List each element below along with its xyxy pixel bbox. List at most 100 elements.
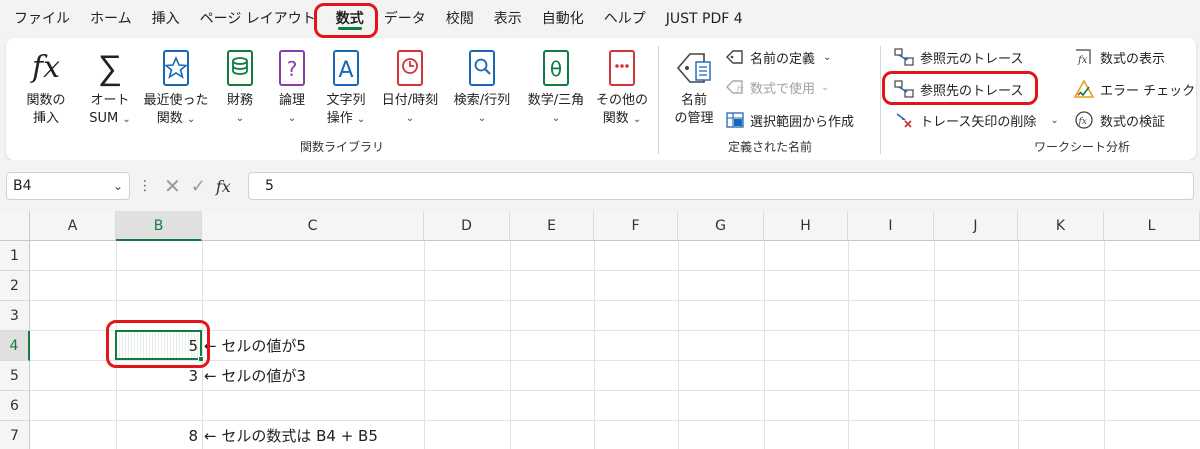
row-header-2[interactable]: 2 (0, 271, 30, 301)
recently-used-label-1: 最近使った (143, 93, 209, 108)
row-header-6[interactable]: 6 (0, 391, 30, 421)
error-checking-button[interactable]: エラー チェック ⌄ (1074, 78, 1200, 100)
ribbon-tab-bar: ファイル ホーム 挿入 ページ レイアウト 数式 データ 校閲 表示 自動化 ヘ… (0, 0, 1200, 38)
chevron-down-icon: ⌄ (821, 81, 830, 93)
row-header-3[interactable]: 3 (0, 301, 30, 331)
coins-book-icon (226, 44, 254, 92)
row-header-7[interactable]: 7 (0, 421, 30, 449)
cancel-icon[interactable]: ✕ (164, 174, 181, 198)
cell-b5[interactable]: 3 (114, 361, 198, 391)
column-header-e[interactable]: E (510, 211, 594, 241)
remove-arrows-button[interactable]: トレース矢印の削除 ⌄ (894, 109, 1059, 131)
name-box[interactable]: B4 ⌄ (6, 172, 130, 200)
text-functions-label-2: 操作 ⌄ (326, 111, 366, 126)
show-formulas-button[interactable]: fx 数式の表示 (1074, 46, 1165, 68)
evaluate-formula-button[interactable]: fx 数式の検証 (1074, 109, 1165, 131)
lookup-reference-label: 検索/行列 (453, 93, 511, 108)
show-formulas-icon: fx (1076, 49, 1091, 66)
chevron-down-icon: ⌄ (1050, 114, 1059, 126)
tab-view[interactable]: 表示 (484, 0, 532, 38)
tab-insert[interactable]: 挿入 (142, 0, 190, 38)
insert-function-fx-icon[interactable]: fx (216, 177, 231, 196)
column-header-c[interactable]: C (202, 211, 424, 241)
cell-b7[interactable]: 8 (114, 421, 198, 449)
tag-list-icon (674, 44, 714, 92)
cell-c4[interactable]: ← セルの値が5 (204, 331, 306, 361)
chevron-down-icon: ⌄ (112, 179, 123, 193)
chevron-down-icon: ⌄ (551, 113, 561, 124)
lookup-reference-button[interactable]: 検索/行列 ⌄ (448, 44, 516, 128)
column-header-a[interactable]: A (30, 211, 116, 241)
question-book-icon: ? (278, 44, 306, 92)
gridline (30, 270, 1200, 271)
create-from-selection-button[interactable]: 選択範囲から作成 (726, 109, 854, 131)
recently-used-label-2: 関数 ⌄ (156, 111, 196, 126)
trace-dependents-icon (894, 80, 914, 98)
logical-button[interactable]: ? 論理 ⌄ (272, 44, 312, 128)
autosum-label-1: オート (90, 93, 130, 108)
tab-review[interactable]: 校閲 (436, 0, 484, 38)
tab-page-layout[interactable]: ページ レイアウト (190, 0, 326, 38)
insert-function-button[interactable]: fx 関数の 挿入 (20, 44, 72, 128)
column-header-k[interactable]: K (1018, 211, 1104, 241)
worksheet-grid[interactable]: A B C D E F G H I J K L 1 2 3 4 5 6 7 5 … (0, 211, 1200, 449)
magnifier-book-icon (468, 44, 496, 92)
check-icon[interactable]: ✓ (191, 176, 206, 197)
name-manager-label-1: 名前 (680, 93, 707, 108)
chevron-down-icon: ⌄ (477, 113, 487, 124)
cell-c5[interactable]: ← セルの値が3 (204, 361, 306, 391)
trace-precedents-button[interactable]: 参照元のトレース (894, 46, 1023, 68)
column-header-i[interactable]: I (848, 211, 934, 241)
math-trig-button[interactable]: θ 数学/三角 ⌄ (520, 44, 592, 128)
tab-formulas[interactable]: 数式 (326, 0, 374, 38)
ribbon-panel: fx 関数の 挿入 ∑ オート SUM ⌄ 最近使った 関数 ⌄ 財務 ⌄ ? … (6, 38, 1196, 160)
autosum-label-2: SUM ⌄ (89, 111, 131, 126)
svg-text:fx: fx (1078, 117, 1087, 127)
row-header-4[interactable]: 4 (0, 331, 30, 361)
tab-just-pdf[interactable]: JUST PDF 4 (656, 0, 753, 38)
text-functions-label-1: 文字列 (326, 93, 366, 108)
financial-button[interactable]: 財務 ⌄ (218, 44, 262, 128)
cell-c7[interactable]: ← セルの数式は B4 + B5 (204, 421, 378, 449)
name-manager-button[interactable]: 名前 の管理 (668, 44, 720, 128)
column-header-h[interactable]: H (764, 211, 848, 241)
column-header-l[interactable]: L (1104, 211, 1200, 241)
warning-icon (1074, 80, 1094, 98)
tab-automate[interactable]: 自動化 (532, 0, 594, 38)
trace-dependents-button[interactable]: 参照先のトレース (894, 78, 1023, 100)
logical-label: 論理 (278, 93, 305, 108)
tab-help[interactable]: ヘルプ (594, 0, 656, 38)
tab-data[interactable]: データ (374, 0, 436, 38)
recently-used-button[interactable]: 最近使った 関数 ⌄ (142, 44, 210, 129)
chevron-down-icon: ⌄ (287, 113, 297, 124)
date-time-button[interactable]: 日付/時刻 ⌄ (376, 44, 444, 128)
tag-icon (726, 50, 743, 64)
formula-input[interactable]: 5 (248, 172, 1194, 200)
row-header-5[interactable]: 5 (0, 361, 30, 391)
grid-tag-icon (726, 112, 744, 128)
tab-file[interactable]: ファイル (4, 0, 80, 38)
use-in-formula-button[interactable]: fx 数式で使用 ⌄ (726, 76, 829, 98)
define-name-button[interactable]: 名前の定義 ⌄ (726, 46, 831, 68)
select-all-corner[interactable] (0, 211, 30, 241)
column-header-f[interactable]: F (594, 211, 678, 241)
autosum-button[interactable]: ∑ オート SUM ⌄ (84, 44, 136, 129)
gridline (1018, 241, 1019, 449)
column-header-g[interactable]: G (678, 211, 764, 241)
star-book-icon (162, 44, 190, 92)
svg-text:?: ? (287, 57, 298, 81)
date-time-label: 日付/時刻 (381, 93, 439, 108)
tab-home[interactable]: ホーム (80, 0, 142, 38)
column-header-j[interactable]: J (934, 211, 1018, 241)
more-functions-button[interactable]: その他の 関数 ⌄ (594, 44, 650, 129)
formula-bar: B4 ⌄ ⋮ ✕ ✓ fx 5 (0, 160, 1200, 210)
svg-text:A: A (338, 58, 353, 83)
text-functions-button[interactable]: A 文字列 操作 ⌄ (320, 44, 372, 129)
gridline (934, 241, 935, 449)
column-header-d[interactable]: D (424, 211, 510, 241)
more-options-icon[interactable]: ⋮ (138, 178, 152, 194)
cell-b4[interactable]: 5 (114, 331, 198, 361)
gridline (510, 241, 511, 449)
column-header-b[interactable]: B (116, 211, 202, 241)
row-header-1[interactable]: 1 (0, 241, 30, 271)
